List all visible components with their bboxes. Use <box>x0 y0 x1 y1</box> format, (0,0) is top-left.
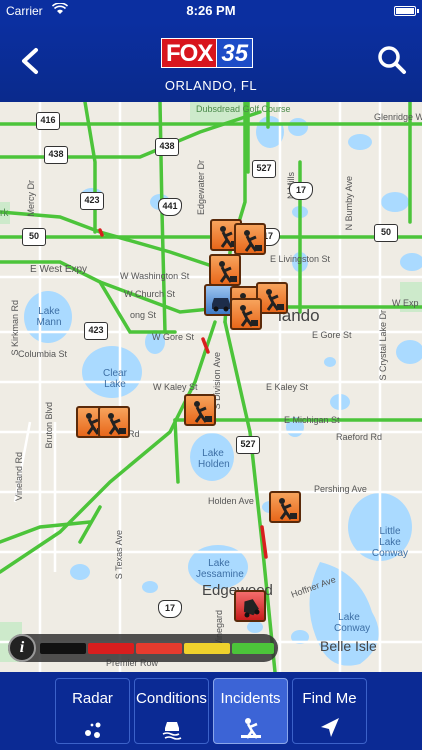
map-label: Columbia St <box>18 349 68 359</box>
lake-label: Lake Jessamine <box>196 558 244 580</box>
map-label: E West Expy <box>30 264 88 275</box>
location-label: ORLANDO, FL <box>164 78 258 93</box>
highway-shield: 527 <box>252 160 276 178</box>
chevron-left-icon <box>22 48 38 74</box>
legend-heavy <box>88 643 134 654</box>
roadwork-incident-marker[interactable] <box>234 223 266 255</box>
skid-car-icon <box>162 722 182 740</box>
map-label: Glenridge W <box>374 112 422 122</box>
map-label: E Kaley St <box>266 382 309 392</box>
roadwork-incident-marker[interactable] <box>230 298 262 330</box>
map-label: Holden Ave <box>208 496 254 506</box>
traffic-legend: i <box>8 634 278 662</box>
map-label: Edgewater Dr <box>196 160 206 216</box>
tab-find-me[interactable]: Find Me <box>292 678 367 744</box>
highway-shield: 17 <box>289 182 313 200</box>
highway-shield: 17 <box>158 600 182 618</box>
info-button[interactable]: i <box>8 634 36 662</box>
map-label: S Texas Ave <box>114 530 124 580</box>
map-label: Bruton Blvd <box>44 402 54 449</box>
roadwork-icon <box>266 289 284 311</box>
highway-shield: 50 <box>374 224 398 242</box>
map-label: rk <box>0 208 9 219</box>
car-crash-icon <box>243 599 260 618</box>
map-label: W Kaley St <box>153 382 198 392</box>
radar-icon <box>85 722 101 738</box>
location-arrow-icon <box>321 718 339 737</box>
lake-label: Lake Holden <box>198 448 230 470</box>
map-label: Mercy Dr <box>26 180 36 217</box>
roadwork-icon <box>219 261 237 283</box>
map-label: E Michigan St <box>284 415 340 425</box>
map-label: Dubsdread Golf Course <box>196 104 291 114</box>
legend-free-flow <box>232 643 274 654</box>
highway-shield: 50 <box>22 228 46 246</box>
map-label: ong St <box>130 310 157 320</box>
highway-shield: 441 <box>158 198 182 216</box>
lake-label: Lake Mann <box>36 306 62 328</box>
app-header: FOX 35 ORLANDO, FL <box>0 22 422 102</box>
tab-radar[interactable]: Radar <box>55 678 130 744</box>
map-label: E Livingston St <box>270 254 331 264</box>
highway-shield: 438 <box>44 146 68 164</box>
tab-label: Incidents <box>220 690 281 707</box>
roadwork-incident-marker[interactable] <box>209 254 241 286</box>
lake-label: Lake Conway <box>334 612 371 634</box>
fox35-logo: FOX 35 <box>161 38 254 68</box>
highway-shield: 438 <box>155 138 179 156</box>
map-label: S Crystal Lake Dr <box>378 310 388 381</box>
map-label: W Washington St <box>120 271 190 281</box>
roadwork-icon <box>194 401 212 423</box>
map-label: W Exp <box>392 298 419 308</box>
highway-shield: 423 <box>80 192 104 210</box>
crash-incident-marker[interactable] <box>234 590 266 622</box>
tab-incidents[interactable]: Incidents <box>213 678 288 744</box>
map-label: Raeford Rd <box>336 432 383 442</box>
roadwork-incident-marker[interactable] <box>269 491 301 523</box>
legend-light <box>184 643 230 654</box>
status-bar: Carrier 8:26 PM <box>0 0 422 22</box>
battery-icon <box>394 6 416 16</box>
roadwork-icon <box>244 230 262 252</box>
search-button[interactable] <box>376 44 408 76</box>
highway-shield: 416 <box>36 112 60 130</box>
map-label: E Gore St <box>312 330 352 340</box>
back-button[interactable] <box>16 44 46 78</box>
legend-moderate <box>136 643 182 654</box>
lake-label: Clear Lake <box>103 368 127 390</box>
tab-label: Find Me <box>302 690 357 707</box>
highway-shield: 527 <box>236 436 260 454</box>
legend-stopped <box>40 643 86 654</box>
roadwork-incident-marker[interactable] <box>184 394 216 426</box>
search-icon <box>378 46 406 74</box>
map-label: Vineland Rd <box>14 452 24 501</box>
map-label: Pershing Ave <box>314 484 367 494</box>
roadwork-icon <box>108 413 126 435</box>
map-label: N Bumby Ave <box>344 176 354 231</box>
roadwork-icon <box>279 498 297 520</box>
bottom-tab-bar: Radar Conditions Incidents Find Me <box>0 672 422 750</box>
map-label: W Church St <box>124 289 176 299</box>
highway-shield: 423 <box>84 322 108 340</box>
incident-icon <box>241 718 261 739</box>
roadwork-incident-marker[interactable] <box>98 406 130 438</box>
tab-conditions[interactable]: Conditions <box>134 678 209 744</box>
map-label: W Gore St <box>152 332 195 342</box>
lake-label: Little Lake Conway <box>371 526 409 559</box>
roadwork-icon <box>240 305 258 327</box>
traffic-map[interactable]: Dubsdread Golf Course Glenridge W Mercy … <box>0 102 422 672</box>
map-label: S Kirkman Rd <box>10 300 20 356</box>
clock: 8:26 PM <box>186 3 236 18</box>
city-label: Belle Isle <box>320 638 377 654</box>
tab-label: Radar <box>72 690 113 707</box>
tab-label: Conditions <box>136 690 207 707</box>
